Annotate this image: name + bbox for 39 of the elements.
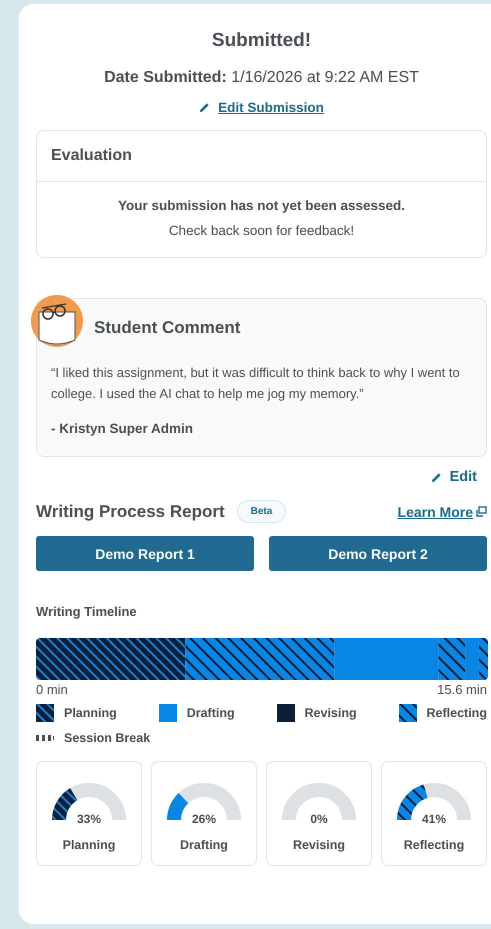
learn-more-link[interactable]: Learn More xyxy=(398,504,487,520)
card-title: Student Comment xyxy=(94,318,240,338)
legend-label: Session Break xyxy=(64,731,150,745)
hint-text: Check back soon for feedback! xyxy=(168,223,354,238)
section-title: Writing Process Report xyxy=(36,502,225,522)
legend-label: Planning xyxy=(64,706,117,720)
external-link-icon xyxy=(476,506,487,517)
date-submitted: Date Submitted: 1/16/2026 at 9:22 AM EST xyxy=(103,69,420,87)
legend-label: Drafting xyxy=(186,706,235,720)
gauge-label: Planning xyxy=(62,838,116,852)
gauge-label: Revising xyxy=(292,838,346,852)
edit-submission-link[interactable]: Edit Submission xyxy=(199,100,324,115)
pencil-icon xyxy=(199,102,210,113)
demo-report-button[interactable]: Demo Report 2 xyxy=(269,536,487,571)
comment-text: “I liked this assignment, but it was difficult to think back to why I went to college. I used the AI chat to help me jog my memory.” xyxy=(50,364,461,403)
legend-label: Revising xyxy=(304,706,357,720)
axis-label: 15.6 min xyxy=(437,682,487,697)
gauge-percent: 41% xyxy=(422,812,446,826)
legend-swatch xyxy=(158,704,177,722)
page-title: Submitted! xyxy=(210,30,312,52)
demo-report-button[interactable]: Demo Report 1 xyxy=(36,536,254,571)
edit-link[interactable]: Edit xyxy=(430,469,477,485)
legend-swatch xyxy=(36,704,54,722)
gauge-percent: 0% xyxy=(310,812,328,826)
legend-swatch xyxy=(276,704,295,722)
axis-label: 0 min xyxy=(36,682,68,697)
timeline-title: Writing Timeline xyxy=(36,604,138,619)
legend-swatch xyxy=(398,704,417,722)
gauge-label: Drafting xyxy=(180,838,228,852)
status-message: Your submission has not yet been assessed. xyxy=(118,198,406,213)
gauge-percent: 26% xyxy=(192,812,216,826)
gauge-percent: 33% xyxy=(76,812,102,826)
pencil-icon xyxy=(430,472,442,482)
beta-badge: Beta xyxy=(236,500,286,523)
gauge-label: Reflecting xyxy=(404,838,464,852)
legend-label: Reflecting xyxy=(426,706,487,720)
comment-author: - Kristyn Super Admin xyxy=(50,420,194,438)
dashed-line-icon xyxy=(36,735,54,741)
card-title: Evaluation xyxy=(37,131,486,182)
